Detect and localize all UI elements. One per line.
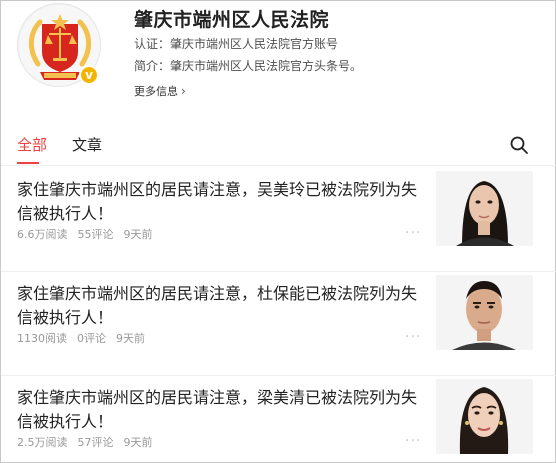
article-thumbnail[interactable] [436,379,533,454]
publish-time: 9天前 [123,436,153,449]
tab-bar: 全部 文章 [1,126,556,166]
more-info-label: 更多信息 [134,85,178,98]
tab-articles[interactable]: 文章 [72,134,102,155]
more-dots-icon[interactable]: ··· [405,225,421,241]
article-item[interactable]: 家住肇庆市端州区的居民请注意，杜保能已被法院列为失信被执行人！ 1130阅读 0评… [1,272,556,376]
article-title[interactable]: 家住肇庆市端州区的居民请注意，吴美玲已被法院列为失信被执行人！ [17,178,421,226]
read-count: 6.6万阅读 [17,228,68,241]
article-thumbnail[interactable] [436,171,533,246]
more-dots-icon[interactable]: ··· [405,433,421,449]
more-info-link[interactable]: 更多信息 › [134,83,186,99]
comment-count: 55评论 [77,228,114,241]
tab-all[interactable]: 全部 [17,134,47,155]
publish-time: 9天前 [123,228,153,241]
comment-count: 57评论 [77,436,114,449]
profile-name: 肇庆市端州区人民法院 [134,9,330,31]
more-dots-icon[interactable]: ··· [405,329,421,345]
article-stats: 1130阅读 0评论 9天前 [17,330,155,346]
article-item[interactable]: 家住肇庆市端州区的居民请注意，吴美玲已被法院列为失信被执行人！ 6.6万阅读 55… [1,168,556,272]
article-thumbnail[interactable] [436,275,533,350]
article-item[interactable]: 家住肇庆市端州区的居民请注意，梁美清已被法院列为失信被执行人！ 2.5万阅读 57… [1,376,556,463]
publish-time: 9天前 [116,332,145,345]
article-title[interactable]: 家住肇庆市端州区的居民请注意，梁美清已被法院列为失信被执行人！ [17,386,421,434]
article-stats: 6.6万阅读 55评论 9天前 [17,226,163,242]
chevron-right-icon: › [181,84,186,98]
profile-header: v 肇庆市端州区人民法院 认证：肇庆市端州区人民法院官方账号 简介：肇庆市端州区… [1,1,556,123]
article-stats: 2.5万阅读 57评论 9天前 [17,434,163,450]
read-count: 1130阅读 [17,332,67,345]
verified-badge-icon: v [79,65,99,85]
active-tab-indicator [17,162,39,164]
read-count: 2.5万阅读 [17,436,68,449]
avatar[interactable]: v [17,3,101,87]
comment-count: 0评论 [77,332,106,345]
article-title[interactable]: 家住肇庆市端州区的居民请注意，杜保能已被法院列为失信被执行人！ [17,282,421,330]
search-icon[interactable] [509,135,529,155]
window-frame: v 肇庆市端州区人民法院 认证：肇庆市端州区人民法院官方账号 简介：肇庆市端州区… [0,0,556,463]
certification-text: 认证：肇庆市端州区人民法院官方账号 [134,37,339,51]
intro-text: 简介：肇庆市端州区人民法院官方头条号。 [134,59,363,73]
